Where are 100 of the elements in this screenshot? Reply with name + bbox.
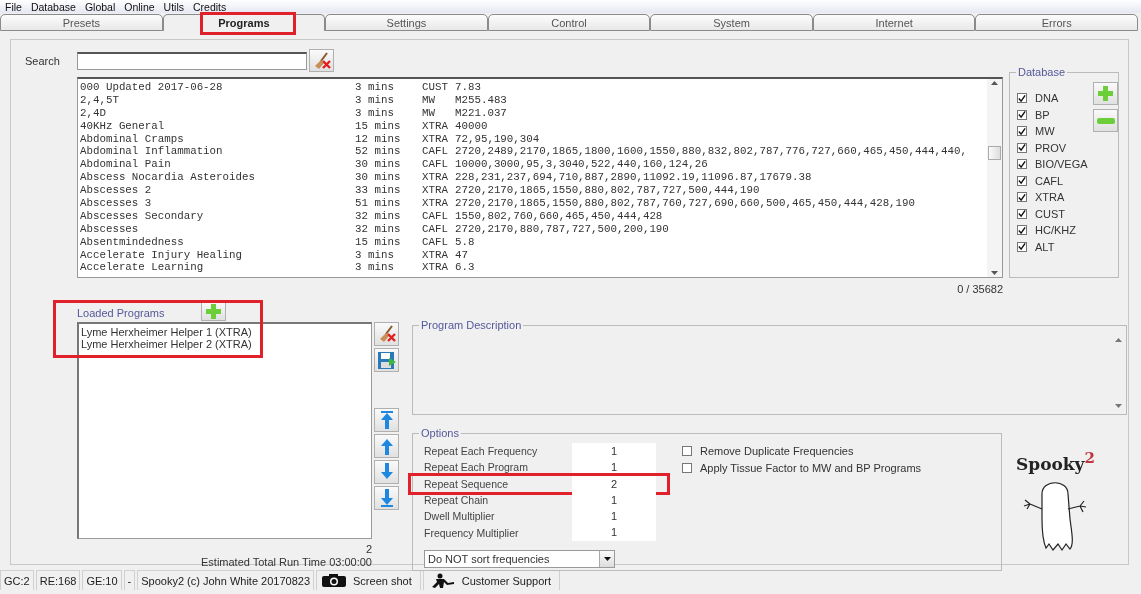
group-title: Options [419, 427, 461, 439]
checkbox[interactable] [1017, 192, 1027, 203]
screenshot-button[interactable]: Screen shot [316, 570, 421, 590]
add-button[interactable] [201, 301, 226, 321]
menu-item[interactable]: Online [124, 0, 155, 13]
program-database: XTRA [422, 119, 449, 133]
checkbox[interactable] [1017, 109, 1027, 120]
program-duration: 12 mins [355, 132, 402, 146]
checkbox[interactable] [1017, 208, 1027, 219]
program-name[interactable]: Accelerate Learning [80, 261, 355, 275]
option-value-field[interactable]: 1 [572, 524, 656, 541]
program-database: CAFL [422, 235, 449, 249]
checkbox-label: Apply Tissue Factor to MW and BP Programs [700, 461, 922, 474]
database-checkbox[interactable]: BP [1017, 106, 1088, 123]
tab[interactable]: System [650, 14, 813, 31]
checkbox[interactable] [682, 462, 692, 473]
checkbox[interactable] [1017, 142, 1027, 153]
database-checkbox[interactable]: MW [1017, 123, 1088, 140]
tab[interactable]: Control [487, 14, 651, 31]
move-bottom-button[interactable] [374, 486, 399, 510]
program-database: XTRA [422, 132, 449, 146]
menu-item[interactable]: Database [30, 0, 76, 13]
checkbox[interactable] [1017, 175, 1027, 186]
checkbox[interactable] [1017, 225, 1027, 236]
support-button[interactable]: Customer Support [422, 570, 560, 590]
database-checkbox[interactable]: HC/KHZ [1017, 222, 1088, 239]
save-button[interactable] [374, 348, 399, 372]
program-name[interactable]: Abdominal Inflammation [80, 145, 355, 159]
database-checkbox[interactable]: ALT [1017, 238, 1088, 255]
tab[interactable]: Internet [812, 14, 976, 31]
program-name[interactable]: 40KHz General [80, 119, 355, 133]
program-frequencies: 2720,2489,2170,1865,1800,1600,1550,880,832,802,787,776,727,660,465,450,444,440, [455, 145, 967, 159]
program-count: 0 / 35682 [957, 283, 1003, 295]
loaded-program[interactable]: Lyme Herxheimer Helper 1 (XTRA) [81, 326, 369, 338]
option-value-field[interactable]: 2 [572, 475, 656, 492]
program-name[interactable]: Abscesses 2 [80, 184, 355, 197]
program-name[interactable]: Abdominal Cramps [80, 132, 355, 146]
program-database: CAFL [422, 222, 449, 236]
scroll-up-icon[interactable] [1115, 338, 1122, 342]
checkbox[interactable] [1017, 93, 1027, 104]
menu-item[interactable]: Utils [163, 0, 184, 13]
clear-button[interactable] [309, 49, 334, 72]
program-name[interactable]: Abdominal Pain [80, 158, 355, 172]
scroll-up-icon[interactable] [991, 81, 998, 85]
status-segment: GE:10 [82, 570, 122, 590]
scrollbar-thumb[interactable] [988, 146, 1001, 160]
checkbox-label: DNA [1035, 92, 1059, 105]
program-name[interactable]: Absentmindedness [80, 235, 355, 249]
program-name[interactable]: Abscess Nocardia Asteroides [80, 171, 355, 185]
program-name[interactable]: 2,4D [80, 106, 355, 120]
checkbox-label: XTRA [1035, 191, 1065, 204]
program-name[interactable]: Accelerate Injury Healing [80, 248, 355, 262]
program-database: MW [422, 106, 436, 120]
program-duration: 52 mins [355, 145, 402, 159]
status-segment: Spooky2 (c) John White 20170823 [137, 570, 315, 590]
option-value-field[interactable]: 1 [572, 443, 656, 460]
tab[interactable]: Errors [975, 14, 1139, 31]
program-name[interactable]: Abscesses Secondary [80, 209, 355, 223]
option-value-field[interactable]: 1 [572, 508, 656, 525]
program-frequencies: 72,95,190,304 [455, 132, 540, 146]
program-duration: 3 mins [355, 81, 395, 94]
menu-item[interactable]: Global [84, 0, 116, 13]
option-checkbox[interactable]: Remove Duplicate Frequencies [682, 443, 922, 460]
database-checkbox[interactable]: BIO/VEGA [1017, 156, 1088, 173]
program-frequencies: 1550,802,760,660,465,450,444,428 [455, 209, 663, 223]
database-checkbox[interactable]: CAFL [1017, 172, 1088, 189]
move-up-button[interactable] [374, 434, 399, 458]
program-frequencies: M221.037 [455, 106, 507, 120]
database-checkbox[interactable]: CUST [1017, 205, 1088, 222]
database-checkbox[interactable]: XTRA [1017, 189, 1088, 206]
checkbox[interactable] [1017, 159, 1027, 170]
scrollbar[interactable] [987, 79, 1002, 277]
scroll-down-icon[interactable] [991, 271, 998, 275]
checkbox[interactable] [1017, 126, 1027, 137]
move-top-button[interactable] [374, 408, 399, 432]
program-name[interactable]: Abscesses [80, 222, 355, 236]
tab[interactable]: Settings [325, 14, 488, 31]
program-name[interactable]: Abscesses 3 [80, 197, 355, 210]
program-duration: 30 mins [355, 158, 402, 172]
loaded-program[interactable]: Lyme Herxheimer Helper 2 (XTRA) [81, 338, 369, 350]
move-down-button[interactable] [374, 460, 399, 484]
program-name[interactable]: 2,4,5T [80, 93, 355, 107]
program-name[interactable]: 000 Updated 2017-06-28 [80, 81, 355, 94]
checkbox-label: PROV [1035, 141, 1067, 154]
loaded-programs-title: Loaded Programs [77, 307, 166, 319]
menu-item[interactable]: Credits [193, 0, 227, 13]
database-checkbox[interactable]: PROV [1017, 139, 1088, 156]
checkbox[interactable] [1017, 241, 1027, 252]
scroll-down-icon[interactable] [1115, 404, 1122, 408]
status-segment: GC:2 [0, 570, 34, 590]
checkbox-label: BIO/VEGA [1035, 158, 1088, 171]
clear-button[interactable] [374, 322, 399, 346]
option-label: Frequency Multiplier [424, 526, 520, 539]
menu-item[interactable]: File [5, 0, 22, 13]
sort-dropdown[interactable]: Do NOT sort frequencies [424, 549, 615, 568]
tab[interactable]: Presets [0, 14, 163, 31]
checkbox[interactable] [682, 446, 692, 457]
database-checkbox[interactable]: DNA [1017, 90, 1088, 107]
option-checkbox[interactable]: Apply Tissue Factor to MW and BP Programs [682, 459, 922, 476]
search-field[interactable] [77, 51, 307, 70]
